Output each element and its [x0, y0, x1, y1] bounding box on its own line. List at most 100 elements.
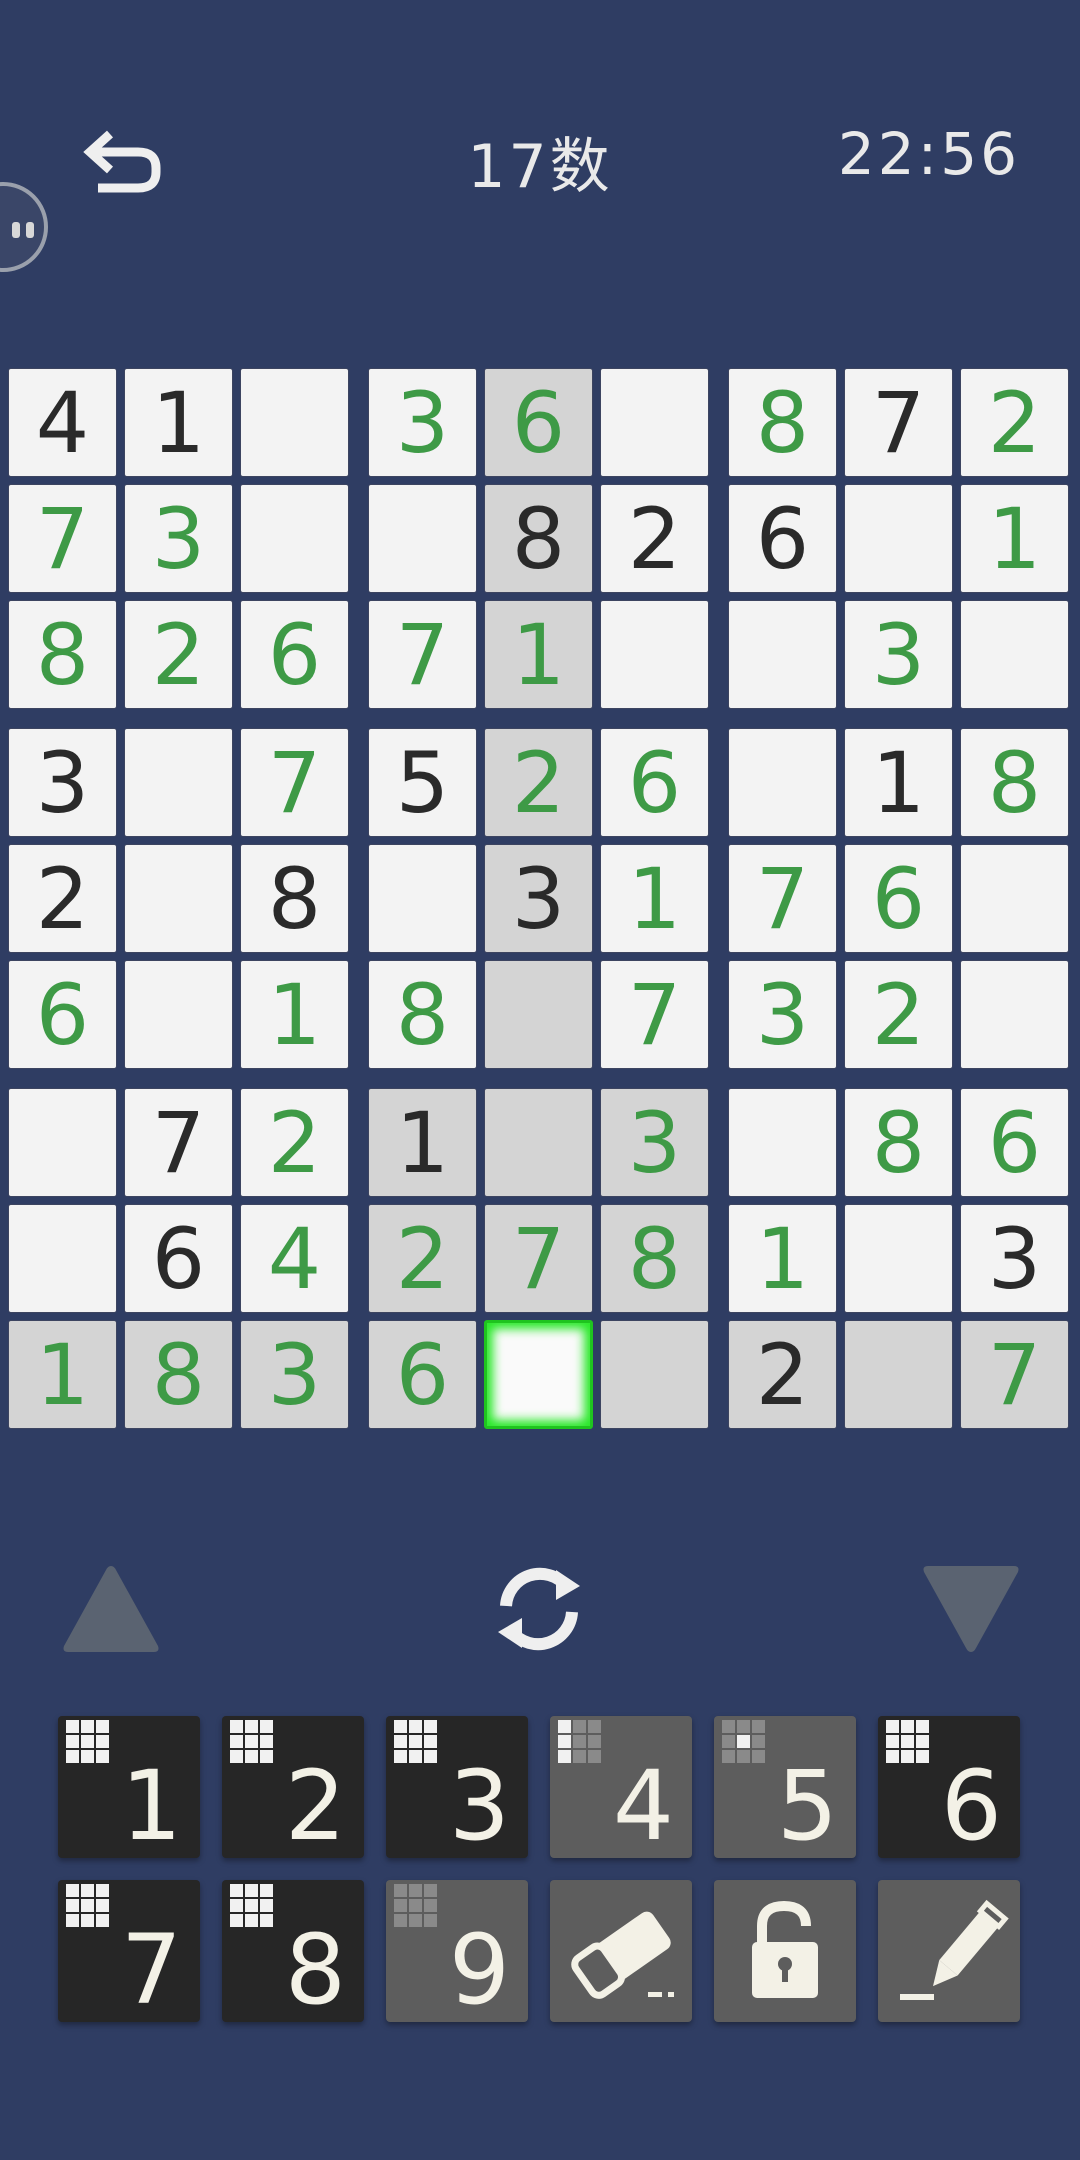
number-key-2[interactable]: 2 [222, 1716, 364, 1858]
board-cell-r7-c4[interactable]: 1 [368, 1088, 477, 1197]
triangle-down-icon[interactable] [918, 1562, 1024, 1656]
board-cell-r7-c6[interactable]: 3 [600, 1088, 709, 1197]
board-cell-r3-c3[interactable]: 6 [240, 600, 349, 709]
board-cell-r3-c8[interactable]: 3 [844, 600, 953, 709]
pencil-button[interactable] [878, 1880, 1020, 2022]
board-cell-r9-c9[interactable]: 7 [960, 1320, 1069, 1429]
board-cell-r6-c8[interactable]: 2 [844, 960, 953, 1069]
board-cell-r7-c1[interactable] [8, 1088, 117, 1197]
board-cell-r2-c6[interactable]: 2 [600, 484, 709, 593]
board-cell-r9-c1[interactable]: 1 [8, 1320, 117, 1429]
board-cell-r8-c5[interactable]: 7 [484, 1204, 593, 1313]
board-cell-r5-c9[interactable] [960, 844, 1069, 953]
board-cell-r6-c1[interactable]: 6 [8, 960, 117, 1069]
board-cell-r6-c2[interactable] [124, 960, 233, 1069]
progress-grid-icon [558, 1720, 604, 1766]
board-cell-r1-c4[interactable]: 3 [368, 368, 477, 477]
board-cell-r6-c6[interactable]: 7 [600, 960, 709, 1069]
board-cell-r8-c6[interactable]: 8 [600, 1204, 709, 1313]
board-cell-r8-c8[interactable] [844, 1204, 953, 1313]
board-cell-r2-c8[interactable] [844, 484, 953, 593]
key-number-label: 9 [448, 1914, 510, 2026]
board-cell-r1-c2[interactable]: 1 [124, 368, 233, 477]
board-cell-r4-c6[interactable]: 6 [600, 728, 709, 837]
board-cell-r2-c3[interactable] [240, 484, 349, 593]
board-cell-r7-c5[interactable] [484, 1088, 593, 1197]
board-cell-r5-c2[interactable] [124, 844, 233, 953]
board-cell-r1-c9[interactable]: 2 [960, 368, 1069, 477]
board-cell-r3-c5[interactable]: 1 [484, 600, 593, 709]
board-cell-r5-c5[interactable]: 3 [484, 844, 593, 953]
board-cell-r7-c8[interactable]: 8 [844, 1088, 953, 1197]
number-key-6[interactable]: 6 [878, 1716, 1020, 1858]
board-cell-r8-c3[interactable]: 4 [240, 1204, 349, 1313]
board-cell-r1-c8[interactable]: 7 [844, 368, 953, 477]
board-cell-r5-c1[interactable]: 2 [8, 844, 117, 953]
board-cell-r2-c7[interactable]: 6 [728, 484, 837, 593]
board-cell-r2-c5[interactable]: 8 [484, 484, 593, 593]
board-cell-r5-c7[interactable]: 7 [728, 844, 837, 953]
board-cell-r3-c9[interactable] [960, 600, 1069, 709]
triangle-up-icon[interactable] [58, 1562, 164, 1656]
board-cell-r9-c2[interactable]: 8 [124, 1320, 233, 1429]
number-key-9[interactable]: 9 [386, 1880, 528, 2022]
board-cell-r7-c9[interactable]: 6 [960, 1088, 1069, 1197]
board-cell-r3-c6[interactable] [600, 600, 709, 709]
board-cell-r8-c9[interactable]: 3 [960, 1204, 1069, 1313]
board-cell-r2-c9[interactable]: 1 [960, 484, 1069, 593]
board-cell-r7-c7[interactable] [728, 1088, 837, 1197]
board-cell-r7-c2[interactable]: 7 [124, 1088, 233, 1197]
number-key-4[interactable]: 4 [550, 1716, 692, 1858]
board-cell-r6-c5[interactable] [484, 960, 593, 1069]
board-cell-r8-c2[interactable]: 6 [124, 1204, 233, 1313]
number-key-8[interactable]: 8 [222, 1880, 364, 2022]
board-cell-r8-c4[interactable]: 2 [368, 1204, 477, 1313]
board-cell-r4-c3[interactable]: 7 [240, 728, 349, 837]
board-cell-r5-c4[interactable] [368, 844, 477, 953]
board-cell-r1-c5[interactable]: 6 [484, 368, 593, 477]
board-cell-r1-c3[interactable] [240, 368, 349, 477]
board-cell-r6-c4[interactable]: 8 [368, 960, 477, 1069]
board-cell-r2-c4[interactable] [368, 484, 477, 593]
board-cell-r5-c3[interactable]: 8 [240, 844, 349, 953]
board-cell-r4-c5[interactable]: 2 [484, 728, 593, 837]
board-cell-r5-c6[interactable]: 1 [600, 844, 709, 953]
board-cell-r4-c7[interactable] [728, 728, 837, 837]
board-cell-r8-c1[interactable] [8, 1204, 117, 1313]
eraser-button[interactable] [550, 1880, 692, 2022]
board-cell-r3-c7[interactable] [728, 600, 837, 709]
board-cell-r7-c3[interactable]: 2 [240, 1088, 349, 1197]
board-cell-r4-c8[interactable]: 1 [844, 728, 953, 837]
number-key-5[interactable]: 5 [714, 1716, 856, 1858]
number-key-3[interactable]: 3 [386, 1716, 528, 1858]
board-cell-r4-c9[interactable]: 8 [960, 728, 1069, 837]
board-cell-r1-c7[interactable]: 8 [728, 368, 837, 477]
board-cell-r4-c2[interactable] [124, 728, 233, 837]
board-cell-r6-c7[interactable]: 3 [728, 960, 837, 1069]
board-cell-r8-c7[interactable]: 1 [728, 1204, 837, 1313]
lock-button[interactable] [714, 1880, 856, 2022]
board-cell-r2-c2[interactable]: 3 [124, 484, 233, 593]
board-cell-r3-c4[interactable]: 7 [368, 600, 477, 709]
board-cell-r4-c4[interactable]: 5 [368, 728, 477, 837]
board-cell-r6-c3[interactable]: 1 [240, 960, 349, 1069]
board-cell-r9-c7[interactable]: 2 [728, 1320, 837, 1429]
board-cell-r9-c4[interactable]: 6 [368, 1320, 477, 1429]
number-key-7[interactable]: 7 [58, 1880, 200, 2022]
key-number-label: 2 [284, 1750, 346, 1862]
board-cell-r9-c3[interactable]: 3 [240, 1320, 349, 1429]
number-key-1[interactable]: 1 [58, 1716, 200, 1858]
board-cell-r9-c8[interactable] [844, 1320, 953, 1429]
board-cell-r4-c1[interactable]: 3 [8, 728, 117, 837]
board-cell-r1-c1[interactable]: 4 [8, 368, 117, 477]
board-cell-r3-c2[interactable]: 2 [124, 600, 233, 709]
board-cell-r5-c8[interactable]: 6 [844, 844, 953, 953]
key-number-label: 3 [448, 1750, 510, 1862]
board-cell-r2-c1[interactable]: 7 [8, 484, 117, 593]
board-cell-r3-c1[interactable]: 8 [8, 600, 117, 709]
board-cell-r9-c6[interactable] [600, 1320, 709, 1429]
board-cell-r6-c9[interactable] [960, 960, 1069, 1069]
refresh-icon[interactable] [486, 1560, 592, 1656]
board-cell-r1-c6[interactable] [600, 368, 709, 477]
board-cell-r9-c5[interactable] [484, 1320, 593, 1429]
